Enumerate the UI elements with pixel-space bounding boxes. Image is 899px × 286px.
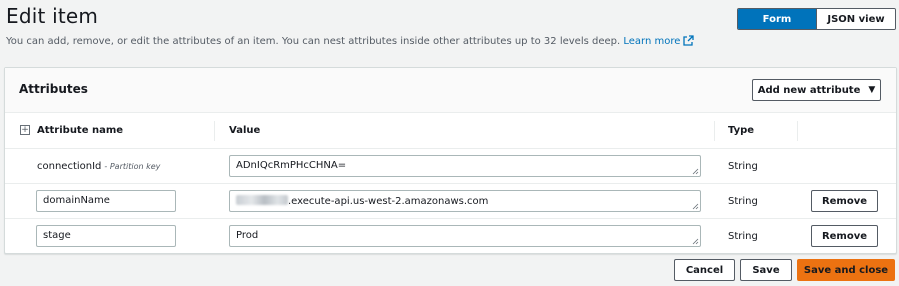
partition-key-tag: - Partition key xyxy=(104,162,161,171)
panel-title: Attributes xyxy=(19,82,88,96)
attribute-name: connectionId - Partition key xyxy=(37,161,160,172)
cancel-button[interactable]: Cancel xyxy=(674,259,735,281)
add-attribute-label: Add new attribute xyxy=(757,84,861,96)
col-attribute-name: Attribute name xyxy=(37,125,124,136)
resize-handle-icon[interactable] xyxy=(692,168,699,175)
form-view-button[interactable]: Form xyxy=(738,9,816,29)
save-and-close-button[interactable]: Save and close xyxy=(797,259,895,281)
external-link-icon xyxy=(683,35,695,46)
attribute-name-text: connectionId xyxy=(37,161,102,172)
attribute-name-field[interactable]: domainName xyxy=(36,190,176,212)
add-new-attribute-button[interactable]: Add new attribute ▼ xyxy=(752,79,881,101)
json-view-button[interactable]: JSON view xyxy=(816,9,895,29)
table-row: connectionId - Partition key ADnIQcRmPHcC… xyxy=(5,149,896,184)
attribute-name-text: domainName xyxy=(43,195,110,206)
value-field[interactable]: .execute-api.us-west-2.amazonaws.com xyxy=(229,190,701,212)
attribute-type: String xyxy=(728,196,758,207)
remove-button[interactable]: Remove xyxy=(811,225,878,247)
table-row: domainName .execute-api.us-west-2.amazon… xyxy=(5,184,896,219)
attribute-type: String xyxy=(728,161,758,172)
attribute-name-text: stage xyxy=(43,230,71,241)
table-header: + Attribute name Value Type xyxy=(5,113,896,149)
remove-button[interactable]: Remove xyxy=(811,190,878,212)
save-button[interactable]: Save xyxy=(740,259,792,281)
value-field[interactable]: Prod xyxy=(229,225,701,247)
learn-more-link[interactable]: Learn more xyxy=(623,35,695,47)
attribute-type: String xyxy=(728,231,758,242)
page-title: Edit item xyxy=(6,4,99,28)
resize-handle-icon[interactable] xyxy=(692,203,699,210)
page-description: You can add, remove, or edit the attribu… xyxy=(6,35,695,47)
col-value: Value xyxy=(229,125,261,136)
value-text: Prod xyxy=(236,230,259,241)
edit-item-page: Edit item You can add, remove, or edit t… xyxy=(0,0,899,286)
learn-more-label: Learn more xyxy=(623,36,681,47)
table-row: stage Prod String Remove xyxy=(5,219,896,254)
description-text: You can add, remove, or edit the attribu… xyxy=(6,36,621,47)
attributes-panel: Attributes Add new attribute ▼ + Attribu… xyxy=(4,67,897,254)
redacted-value xyxy=(236,195,288,205)
panel-header: Attributes Add new attribute ▼ xyxy=(5,68,896,113)
resize-handle-icon[interactable] xyxy=(692,238,699,245)
col-type: Type xyxy=(728,125,755,136)
column-divider xyxy=(714,121,715,141)
value-field[interactable]: ADnIQcRmPHcCHNA= xyxy=(229,155,701,177)
value-text: ADnIQcRmPHcCHNA= xyxy=(236,160,347,171)
view-toggle: Form JSON view xyxy=(737,8,896,30)
attribute-name-field[interactable]: stage xyxy=(36,225,176,247)
value-text: .execute-api.us-west-2.amazonaws.com xyxy=(288,196,489,207)
column-divider xyxy=(797,121,798,141)
caret-down-icon: ▼ xyxy=(868,85,876,95)
column-divider xyxy=(214,121,215,141)
expand-all-icon[interactable]: + xyxy=(20,125,30,135)
